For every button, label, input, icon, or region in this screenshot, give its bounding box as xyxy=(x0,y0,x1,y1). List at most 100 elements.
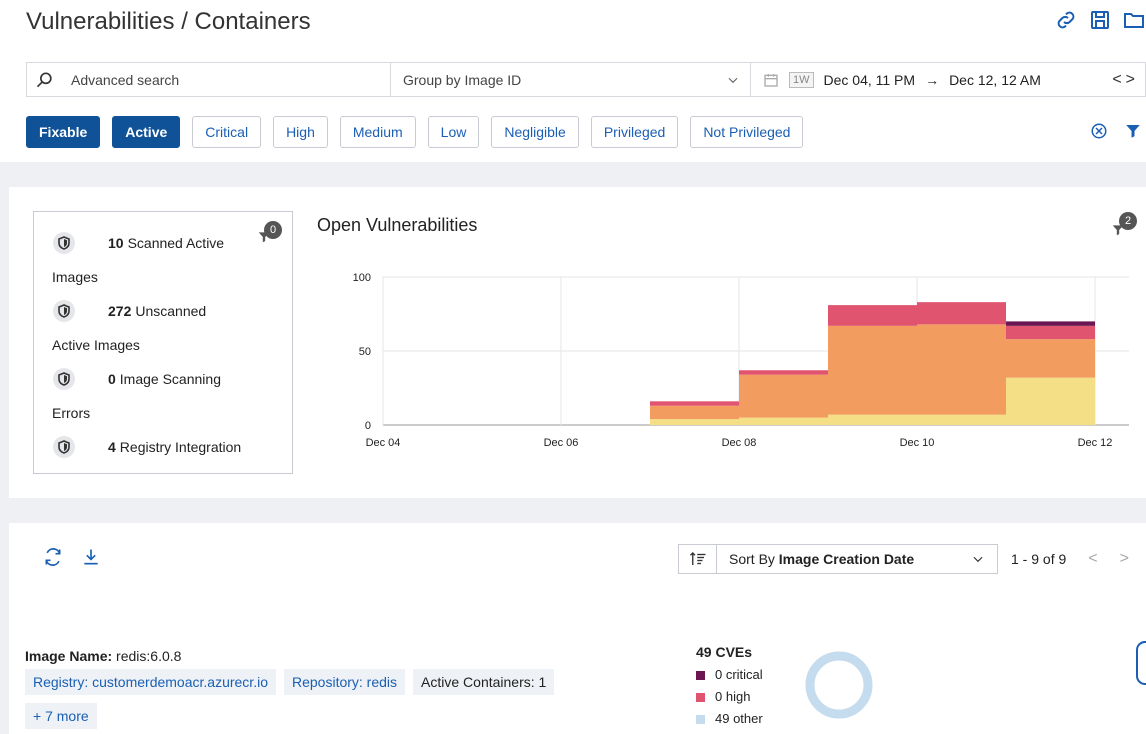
summary-item-unscanned[interactable]: 272 Unscanned Active Images xyxy=(52,294,274,362)
link-icon[interactable] xyxy=(1054,8,1078,32)
filter-fixable[interactable]: Fixable xyxy=(26,116,101,148)
y-tick-label: 0 xyxy=(365,420,371,432)
summary-label: Image Scanning xyxy=(119,371,221,387)
filter-chips: Fixable Active Critical High Medium Low … xyxy=(26,116,804,148)
cve-donut-chart xyxy=(805,651,873,719)
filter-icon[interactable] xyxy=(1124,122,1142,140)
filter-high[interactable]: High xyxy=(273,116,328,148)
date-range-picker[interactable]: 1W Dec 04, 11 PM → Dec 12, 12 AM <> xyxy=(751,63,1145,96)
x-tick-label: Dec 12 xyxy=(1078,437,1113,449)
side-panel-tab[interactable] xyxy=(1136,641,1146,685)
summary-count: 4 xyxy=(108,439,116,455)
top-section: Vulnerabilities / Containers Advanced se… xyxy=(0,0,1146,162)
filter-active[interactable]: Active xyxy=(112,116,181,148)
x-tick-label: Dec 08 xyxy=(722,437,757,449)
overview-card: 10 Scanned Active Images 272 Unscanned A… xyxy=(9,187,1146,498)
shield-icon xyxy=(53,368,75,390)
next-page-button[interactable]: > xyxy=(1120,550,1129,568)
bar-segment xyxy=(1006,321,1095,326)
download-icon[interactable] xyxy=(81,547,101,567)
advanced-search-placeholder: Advanced search xyxy=(71,71,180,88)
date-nav-arrows[interactable]: <> xyxy=(1112,71,1139,89)
bar-segment xyxy=(828,325,917,415)
legend-swatch xyxy=(696,714,705,724)
bar-segment xyxy=(739,374,828,418)
advanced-search-input[interactable]: Advanced search xyxy=(27,63,391,96)
tag-repository[interactable]: Repository: redis xyxy=(283,669,406,695)
x-tick-label: Dec 10 xyxy=(900,437,935,449)
search-bar: Advanced search Group by Image ID 1W Dec… xyxy=(26,62,1146,97)
search-icon xyxy=(36,72,52,87)
summary-count: 0 xyxy=(108,371,116,387)
summary-label: Registry Integration xyxy=(119,439,242,455)
filter-critical[interactable]: Critical xyxy=(192,116,262,148)
filter-low[interactable]: Low xyxy=(427,116,480,148)
calendar-icon xyxy=(764,73,778,87)
legend-critical: 0 critical xyxy=(696,664,763,686)
image-name-value: redis:6.0.8 xyxy=(112,648,182,664)
legend-label: 0 high xyxy=(715,689,751,704)
summary-item-scanned[interactable]: 10 Scanned Active Images xyxy=(52,226,274,294)
legend-other: 49 other xyxy=(696,708,763,730)
sort-select[interactable]: Sort By Image Creation Date xyxy=(678,544,998,574)
summary-label-cont: Errors xyxy=(52,405,91,421)
clear-filters-icon[interactable] xyxy=(1090,122,1108,140)
cve-count: 49 CVEs xyxy=(696,644,753,660)
legend-swatch xyxy=(696,670,705,680)
summary-item-scan-errors[interactable]: 0 Image Scanning Errors xyxy=(52,362,274,430)
range-badge[interactable]: 1W xyxy=(789,71,814,88)
image-name: Image Name: redis:6.0.8 xyxy=(25,648,181,664)
bar-segment xyxy=(828,305,917,326)
bar-segment xyxy=(1006,377,1095,425)
open-vulnerabilities-chart: 0 50 100 Dec 04 Dec 06 Dec 08 Dec 10 Dec 12 xyxy=(353,272,1129,449)
summary-item-registry[interactable]: 4 Registry Integration xyxy=(52,430,274,464)
summary-label-cont: Active Images xyxy=(52,337,140,353)
legend-swatch xyxy=(696,692,705,702)
filter-privileged[interactable]: Privileged xyxy=(590,116,679,148)
shield-icon xyxy=(53,300,75,322)
summary-label: Unscanned xyxy=(135,303,207,319)
filter-negligible[interactable]: Negligible xyxy=(491,116,579,148)
filter-medium[interactable]: Medium xyxy=(339,116,416,148)
page-title: Vulnerabilities / Containers xyxy=(26,8,311,35)
shield-icon xyxy=(53,436,75,458)
date-to: Dec 12, 12 AM xyxy=(949,71,1041,88)
bar-segment xyxy=(650,405,739,420)
sort-direction-button[interactable] xyxy=(679,545,717,573)
filter-not-privileged[interactable]: Not Privileged xyxy=(690,116,804,148)
bar-segment xyxy=(739,370,828,375)
list-tools xyxy=(43,547,101,567)
cve-summary: 49 CVEs 0 critical 0 high 49 other xyxy=(696,644,763,730)
refresh-icon[interactable] xyxy=(43,547,63,567)
sort-label: Sort By Image Creation Date xyxy=(729,551,914,567)
tag-registry[interactable]: Registry: customerdemoacr.azurecr.io xyxy=(25,669,276,695)
bar-segment xyxy=(828,414,917,425)
y-tick-label: 50 xyxy=(359,346,371,358)
pager-text: 1 - 9 of 9 xyxy=(1011,551,1067,567)
summary-filter-badge: 0 xyxy=(264,221,282,239)
chart-filter-badge: 2 xyxy=(1119,212,1137,230)
folder-icon[interactable] xyxy=(1122,8,1146,32)
shield-icon xyxy=(53,232,75,254)
image-list-card: Sort By Image Creation Date 1 - 9 of 9 <… xyxy=(9,523,1146,734)
prev-page-button[interactable]: < xyxy=(1088,550,1097,568)
bar-segment xyxy=(739,417,828,425)
donut-other-ring xyxy=(805,651,873,719)
legend-label: 0 critical xyxy=(715,667,763,682)
summary-count: 272 xyxy=(108,303,132,319)
save-icon[interactable] xyxy=(1088,8,1112,32)
sort-prefix: Sort By xyxy=(729,551,779,567)
more-tags-button[interactable]: + 7 more xyxy=(25,703,97,729)
chevron-down-icon xyxy=(973,556,983,563)
chevron-down-icon xyxy=(728,77,738,83)
y-tick-label: 100 xyxy=(353,272,371,284)
image-tags: Registry: customerdemoacr.azurecr.io Rep… xyxy=(25,669,555,695)
bar-segment xyxy=(917,324,1006,415)
group-by-select[interactable]: Group by Image ID xyxy=(391,63,751,96)
legend-high: 0 high xyxy=(696,686,763,708)
bar-segment xyxy=(917,414,1006,425)
sort-icon xyxy=(689,552,705,565)
bar-segment xyxy=(1006,325,1095,340)
date-arrow: → xyxy=(925,71,940,88)
summary-count: 10 xyxy=(108,235,124,251)
